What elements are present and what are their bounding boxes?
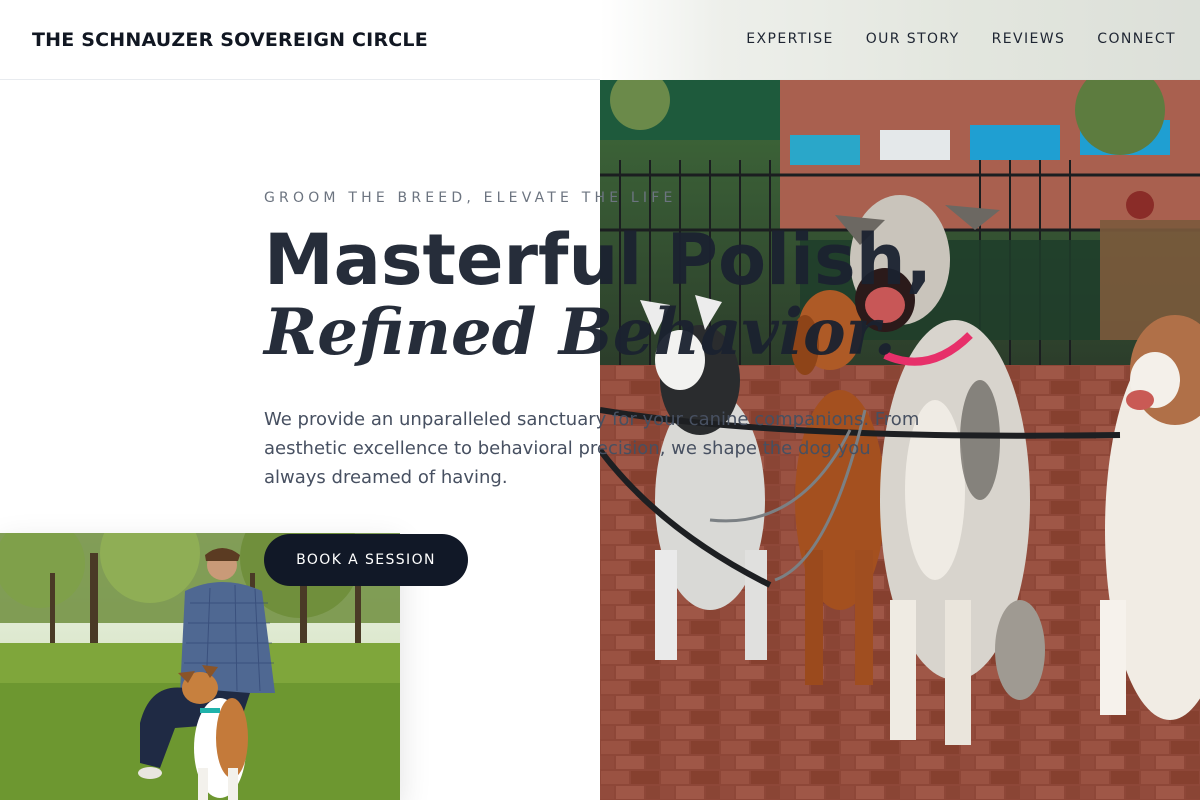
book-session-button[interactable]: BOOK A SESSION bbox=[264, 534, 468, 586]
main-nav: EXPERTISE OUR STORY REVIEWS CONNECT bbox=[746, 31, 1176, 47]
nav-link-expertise[interactable]: EXPERTISE bbox=[746, 31, 833, 47]
nav-link-connect[interactable]: CONNECT bbox=[1097, 31, 1176, 47]
hero-eyebrow: GROOM THE BREED, ELEVATE THE LIFE bbox=[264, 190, 677, 206]
nav-link-reviews[interactable]: REVIEWS bbox=[992, 31, 1066, 47]
site-header: THE SCHNAUZER SOVEREIGN CIRCLE EXPERTISE… bbox=[0, 0, 1200, 80]
hero-title-line-2: Refined Behavior. bbox=[264, 295, 896, 370]
hero-content: GROOM THE BREED, ELEVATE THE LIFE Master… bbox=[264, 190, 964, 492]
hero-description: We provide an unparalleled sanctuary for… bbox=[264, 409, 920, 488]
hero-title-line-1: Masterful Polish, bbox=[264, 219, 933, 301]
nav-link-our-story[interactable]: OUR STORY bbox=[866, 31, 960, 47]
brand-logo[interactable]: THE SCHNAUZER SOVEREIGN CIRCLE bbox=[32, 29, 428, 51]
